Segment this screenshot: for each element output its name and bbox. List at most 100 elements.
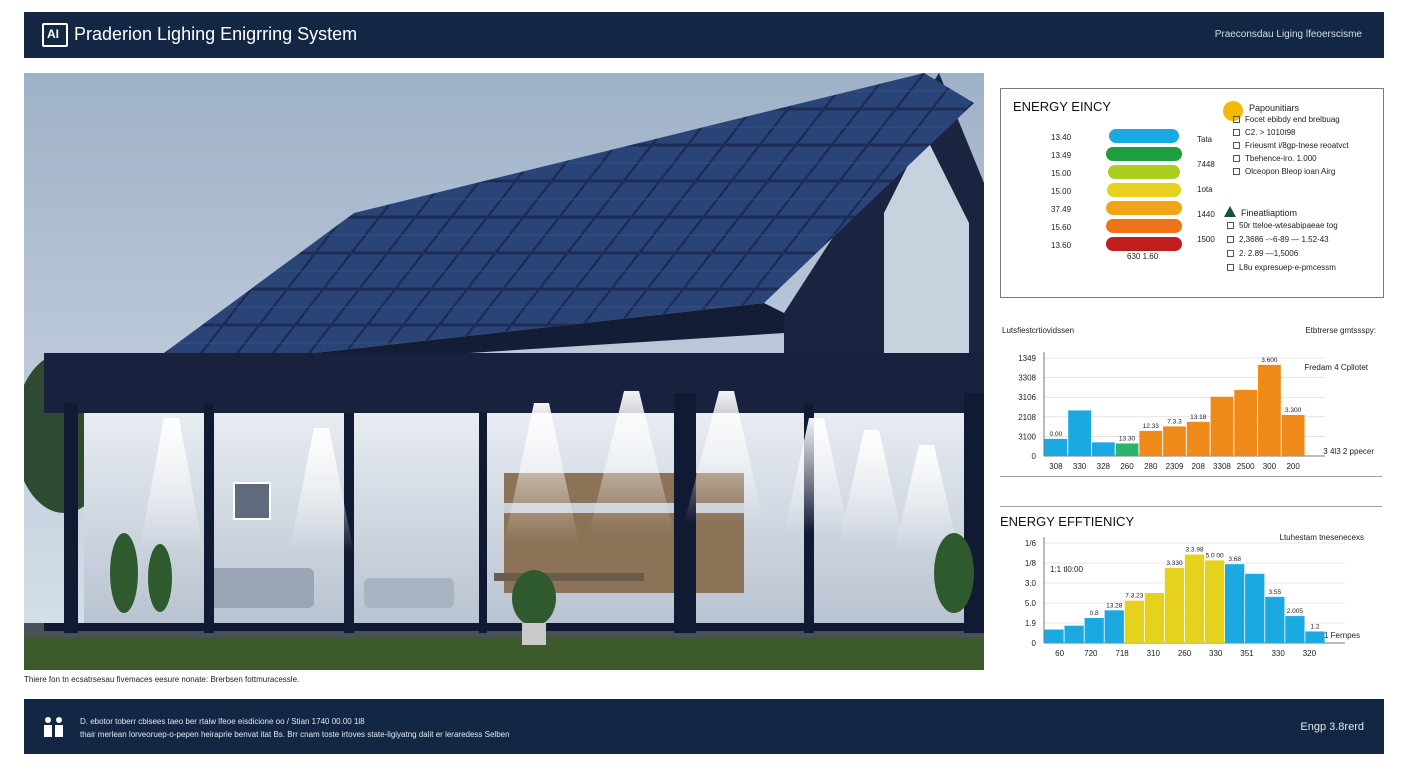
bar [1281, 414, 1305, 456]
bar-value-label: 13.28 [1106, 602, 1123, 609]
app-logo-icon: AI [42, 23, 68, 47]
bar-value-label: 1.2 [1310, 623, 1319, 630]
y-tick-label: 5.0 [1025, 599, 1037, 608]
bar [1115, 443, 1139, 456]
house-photo [24, 73, 984, 670]
legend-square-icon [1233, 155, 1240, 163]
bar-value-label: 12.33 [1143, 423, 1160, 430]
footer-line-1: D. ebotor toberr cbisees taeo ber rtaiw … [80, 717, 365, 726]
y-tick-label: 3106 [1018, 393, 1036, 402]
bar [1225, 564, 1245, 643]
x-tick-label: 260 [1178, 649, 1192, 658]
bar [1234, 389, 1258, 456]
triangle-icon [1224, 206, 1236, 217]
y-tick-label: 0 [1032, 639, 1037, 648]
legend-square-icon [1227, 250, 1234, 258]
legend-text: Frieusmt i/8gp-tnese reoatvct [1245, 141, 1349, 150]
rating-left-tick: 13.60 [1051, 241, 1072, 250]
x-tick-label: 718 [1115, 649, 1129, 658]
x-tick-label: 720 [1084, 649, 1098, 658]
legend-square-icon [1227, 236, 1234, 244]
app-header: AI Praderion Lighing Enigrring System Pr… [24, 12, 1384, 58]
bar [1124, 600, 1144, 643]
x-tick-label: 2500 [1237, 462, 1255, 471]
x-tick-label: 320 [1303, 649, 1317, 658]
bar-value-label: 13.18 [1190, 414, 1207, 421]
footer-right-label: Engp 3.8rerd [1300, 721, 1364, 733]
bar [1064, 625, 1084, 643]
legend-square-icon [1233, 168, 1240, 176]
x-tick-label: 208 [1192, 462, 1206, 471]
rating-bar [1108, 165, 1180, 179]
bar [1163, 426, 1186, 456]
legend-item: 2. 2.89 —1,5006 [1227, 249, 1298, 258]
legend-square-icon [1233, 129, 1240, 137]
legend-square-icon [1227, 222, 1234, 230]
rating-bar [1106, 237, 1182, 251]
legend1-title: Papounitiars [1249, 103, 1300, 113]
legend-text: 50r tteloe-wtesabipaeae tog [1239, 221, 1338, 230]
x-tick-label: 60 [1055, 649, 1064, 658]
bar [1184, 554, 1205, 643]
y-tick-label: 3100 [1018, 432, 1036, 441]
rating-right-tick: 1ota [1197, 185, 1213, 194]
rating-bar [1109, 129, 1179, 143]
bar [1044, 629, 1064, 643]
house-illustration [24, 73, 984, 670]
bar-value-label: 3.3.98 [1185, 547, 1203, 554]
bar-value-label: 3.300 [1285, 407, 1302, 414]
legend-item: 2,3686 -~6-89 — 1.52-43 [1227, 235, 1329, 244]
photo-caption: Thiere fon tn ecsatrsesau fivemaces eesu… [24, 675, 300, 684]
x-tick-label: 300 [1263, 462, 1277, 471]
legend2-title: Fineatliaptiom [1241, 208, 1298, 218]
rating-left-tick: 37.49 [1051, 205, 1072, 214]
logo-text: AI [47, 27, 59, 41]
rating-bar [1106, 147, 1182, 161]
x-tick-label: 310 [1147, 649, 1161, 658]
bar [1164, 568, 1185, 643]
energy-rating-panel: ENERGY EINCY 13.40 13.49 15.00 15.00 37.49 15… [1000, 88, 1384, 298]
y-tick-label: 1.9 [1025, 619, 1037, 628]
legend-square-icon [1227, 264, 1234, 272]
bar [1104, 610, 1124, 643]
people-icon [42, 715, 68, 744]
efficiency-chart-panel: ENERGY EFFTIENICY Ltuhestam tnesenecexs … [1000, 506, 1382, 667]
legend-item: 50r tteloe-wtesabipaeae tog [1227, 221, 1338, 230]
x-tick-label: 2309 [1166, 462, 1184, 471]
bar-value-label: 13.30 [1119, 435, 1136, 442]
rating-right-tick: 1440 [1197, 210, 1215, 219]
rating-left-tick: 15.00 [1051, 187, 1072, 196]
bar [1144, 593, 1165, 643]
x-tick-label: 351 [1240, 649, 1254, 658]
consumption-chart-panel: Lutsfiestcrtiovidssen Etbtrerse gmtssspy… [1000, 323, 1382, 477]
rating-left-tick: 15.60 [1051, 223, 1072, 232]
bar [1245, 573, 1265, 643]
bar-value-label: 7.3.23 [1125, 593, 1143, 600]
bar-value-label: 0.8 [1090, 610, 1099, 617]
legend-text: 2. 2.89 —1,5006 [1239, 249, 1299, 258]
y-tick-label: 3308 [1018, 374, 1036, 383]
legend-item: Tbehence-iro. 1.000 [1233, 154, 1317, 163]
y-tick-label: 1349 [1018, 354, 1036, 363]
energy-rating-scale: 13.40 13.49 15.00 15.00 37.49 15.60 13.60 Tata 7… [1041, 129, 1221, 309]
legend-item: Frieusmt i/8gp-tnese reoatvct [1233, 141, 1349, 150]
rating-bar [1106, 219, 1182, 233]
bar [1258, 364, 1281, 456]
x-tick-label: 200 [1286, 462, 1300, 471]
y-tick-label: 1/8 [1025, 559, 1037, 568]
rating-right-tick: 1500 [1197, 235, 1215, 244]
rating-left-tick: 13.49 [1051, 151, 1072, 160]
bar [1091, 442, 1115, 456]
footer-description: D. ebotor toberr cbisees taeo ber rtaiw … [80, 715, 510, 741]
bar-value-label: 3.330 [1166, 560, 1183, 567]
bar-value-label: 3.68 [1228, 556, 1241, 563]
bar-value-label: 0.00 [1050, 431, 1063, 438]
rating-bar [1106, 201, 1182, 215]
bar [1068, 410, 1091, 456]
bar-value-label: 2.005 [1287, 608, 1304, 615]
legend-text: Tbehence-iro. 1.000 [1245, 154, 1317, 163]
bar [1305, 631, 1325, 643]
bar [1044, 438, 1068, 456]
x-tick-label: 280 [1144, 462, 1158, 471]
legend-item: Focet ebibdy end brelbuag [1233, 115, 1340, 124]
